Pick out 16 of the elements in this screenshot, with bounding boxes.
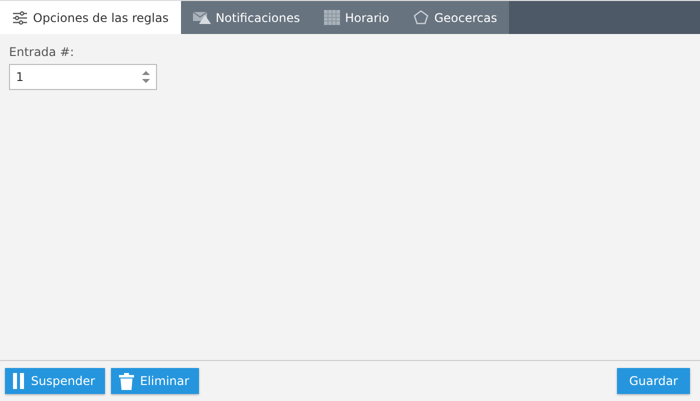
sliders-icon — [12, 10, 28, 24]
envelope-warning-icon — [192, 11, 211, 24]
tab[interactable]: Notificaciones — [180, 1, 312, 34]
number-input-field[interactable]: 1 — [9, 64, 157, 90]
pause-icon — [13, 373, 25, 389]
tab[interactable]: Opciones de las reglas — [0, 1, 181, 34]
tab[interactable]: Geocercas — [401, 1, 510, 34]
field-label: Entrada #: — [9, 45, 76, 59]
pentagon-icon — [413, 10, 430, 25]
calendar-grid-icon — [324, 10, 340, 25]
trash-icon — [119, 372, 134, 390]
spinner-arrows-icon[interactable] — [142, 70, 150, 84]
action-button[interactable]: Eliminar — [111, 368, 200, 394]
action-button[interactable]: Suspender — [5, 368, 106, 394]
action-button[interactable]: Guardar — [617, 368, 690, 394]
tab[interactable]: Horario — [312, 1, 402, 34]
